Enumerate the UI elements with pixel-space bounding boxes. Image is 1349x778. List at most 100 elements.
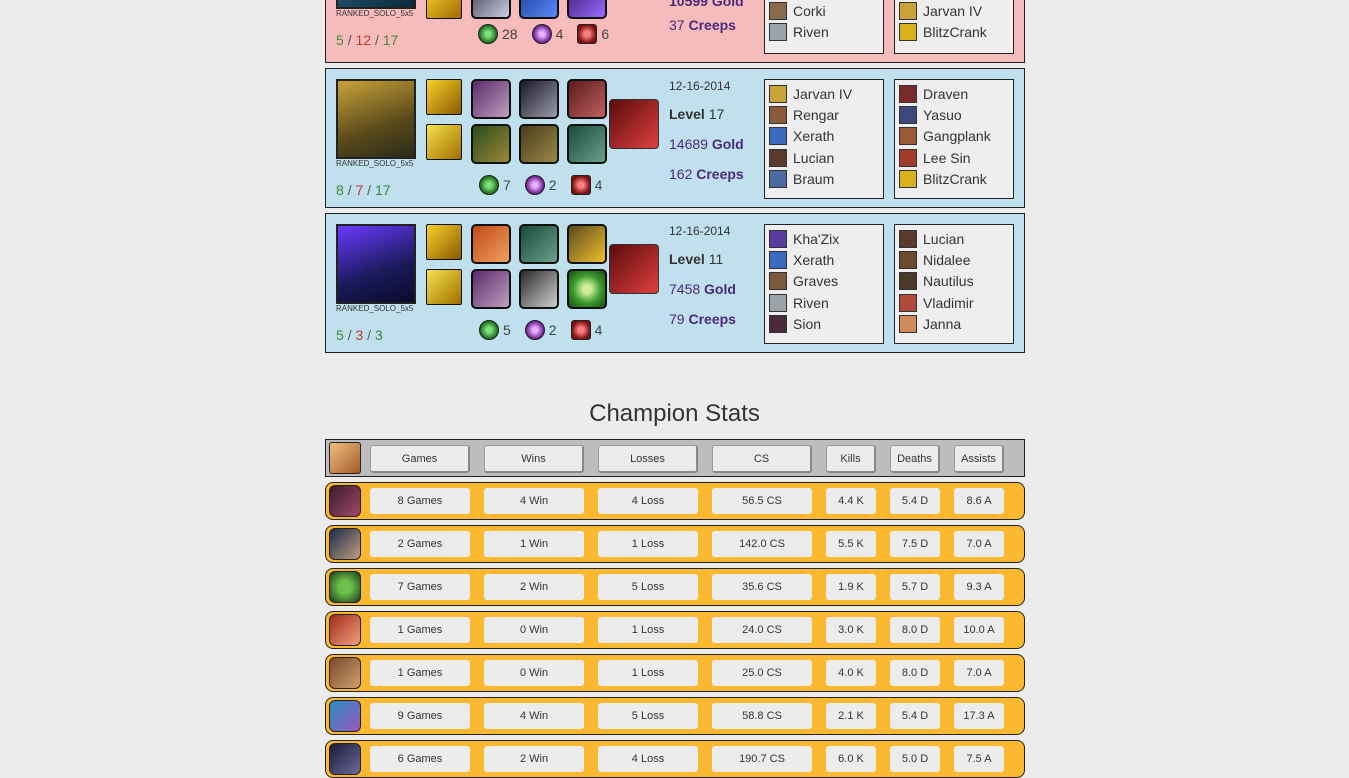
wins-cell: 2 Win	[484, 574, 584, 600]
team-list: Lucian Nidalee Nautilus Vladimir Janna	[894, 224, 1014, 344]
player-entry[interactable]: Lee Sin	[899, 147, 1009, 168]
player-entry[interactable]: Braum	[769, 168, 879, 189]
wins-cell: 4 Win	[484, 488, 584, 514]
sort-losses-button[interactable]: Losses	[598, 445, 698, 473]
item-icon	[567, 79, 607, 119]
sort-deaths-button[interactable]: Deaths	[890, 445, 940, 473]
player-entry[interactable]: Riven	[769, 292, 879, 313]
champion-icon	[329, 700, 361, 732]
match-stats: 10599 Gold 37 Creeps	[669, 0, 744, 33]
player-entry[interactable]: Nautilus	[899, 271, 1009, 292]
cs-cell: 35.6 CS	[712, 574, 812, 600]
wins-cell: 4 Win	[484, 703, 584, 729]
champion-icon	[899, 84, 917, 103]
player-entry[interactable]: Yasuo	[899, 104, 1009, 125]
item-icon	[519, 224, 559, 264]
assists-cell: 10.0 A	[954, 617, 1004, 643]
assists-cell: 8.6 A	[954, 488, 1004, 514]
player-entry[interactable]: Corki	[769, 0, 879, 21]
champion-icon	[329, 485, 361, 517]
player-entry[interactable]: Xerath	[769, 126, 879, 147]
item-icon	[471, 269, 511, 309]
champion-stat-row[interactable]: 2 Games 1 Win 1 Loss 142.0 CS 5.5 K 7.5 …	[325, 525, 1025, 563]
champion-icon	[769, 250, 787, 269]
sight-ward-icon	[478, 24, 498, 44]
cs-cell: 24.0 CS	[712, 617, 812, 643]
player-entry[interactable]: Janna	[899, 313, 1009, 334]
assists-cell: 7.0 A	[954, 660, 1004, 686]
sort-wins-button[interactable]: Wins	[484, 445, 584, 473]
item-icon	[519, 124, 559, 164]
champion-icon	[769, 22, 787, 41]
champion-icon	[329, 657, 361, 689]
player-entry[interactable]: Graves	[769, 271, 879, 292]
player-entry[interactable]: Draven	[899, 83, 1009, 104]
player-entry[interactable]: Jarvan IV	[899, 0, 1009, 21]
kills-cell: 5.5 K	[826, 531, 876, 557]
games-cell: 7 Games	[370, 574, 470, 600]
item-icon	[567, 124, 607, 164]
player-entry[interactable]: Jarvan IV	[769, 83, 879, 104]
losses-cell: 4 Loss	[598, 488, 698, 514]
ward-kill-icon	[570, 320, 591, 340]
sort-games-button[interactable]: Games	[370, 445, 470, 473]
champion-icon	[769, 272, 787, 291]
games-cell: 1 Games	[370, 660, 470, 686]
games-cell: 9 Games	[370, 703, 470, 729]
item-icon	[567, 224, 607, 264]
queue-label: RANKED_SOLO_5x5	[336, 304, 414, 313]
item-icon	[519, 269, 559, 309]
champion-icon	[769, 293, 787, 312]
champion-icon	[329, 743, 361, 775]
champion-icon	[769, 314, 787, 333]
queue-label: RANKED_SOLO_5x5	[336, 9, 414, 18]
wins-cell: 2 Win	[484, 746, 584, 772]
player-entry[interactable]: Sion	[769, 313, 879, 334]
sort-assists-button[interactable]: Assists	[954, 445, 1004, 473]
wins-cell: 0 Win	[484, 617, 584, 643]
champion-icon	[329, 614, 361, 646]
player-entry[interactable]: Vladimir	[899, 292, 1009, 313]
champion-stat-row[interactable]: 1 Games 0 Win 1 Loss 25.0 CS 4.0 K 8.0 D…	[325, 654, 1025, 692]
player-entry[interactable]: Nidalee	[899, 249, 1009, 270]
kda-score: 8 / 7 / 17	[336, 182, 391, 198]
assists-cell: 7.0 A	[954, 531, 1004, 557]
champion-stat-row[interactable]: 6 Games 2 Win 4 Loss 190.7 CS 6.0 K 5.0 …	[325, 740, 1025, 778]
cs-cell: 58.8 CS	[712, 703, 812, 729]
cs-cell: 142.0 CS	[712, 531, 812, 557]
champion-icon	[899, 127, 917, 146]
player-entry[interactable]: Gangplank	[899, 126, 1009, 147]
losses-cell: 5 Loss	[598, 703, 698, 729]
games-cell: 6 Games	[370, 746, 470, 772]
ward-stats: 7 2 4	[479, 175, 602, 195]
sort-kills-button[interactable]: Kills	[826, 445, 876, 473]
cs-cell: 190.7 CS	[712, 746, 812, 772]
player-entry[interactable]: Xerath	[769, 249, 879, 270]
champion-icon	[329, 528, 361, 560]
sort-cs-button[interactable]: CS	[712, 445, 812, 473]
wins-cell: 1 Win	[484, 531, 584, 557]
match-stats: 12-16-2014 Level 17 14689 Gold 162 Creep…	[669, 79, 744, 182]
player-entry[interactable]: BlitzCrank	[899, 168, 1009, 189]
match-card: RANKED_SOLO_5x5 5 / 3 / 3 5 2 4 12-16-20…	[325, 213, 1025, 353]
champion-icon	[769, 229, 787, 248]
champion-stat-row[interactable]: 9 Games 4 Win 5 Loss 58.8 CS 2.1 K 5.4 D…	[325, 697, 1025, 735]
vision-ward-icon	[524, 175, 545, 195]
cs-cell: 25.0 CS	[712, 660, 812, 686]
champion-stat-row[interactable]: 7 Games 2 Win 5 Loss 35.6 CS 1.9 K 5.7 D…	[325, 568, 1025, 606]
player-entry[interactable]: Lucian	[769, 147, 879, 168]
player-entry[interactable]: Kha'Zix	[769, 228, 879, 249]
team-list: Jarvan IV BlitzCrank	[894, 0, 1014, 54]
wins-cell: 0 Win	[484, 660, 584, 686]
losses-cell: 4 Loss	[598, 746, 698, 772]
champion-stat-row[interactable]: 1 Games 0 Win 1 Loss 24.0 CS 3.0 K 8.0 D…	[325, 611, 1025, 649]
deaths-cell: 8.0 D	[890, 660, 940, 686]
player-entry[interactable]: Lucian	[899, 228, 1009, 249]
player-entry[interactable]: BlitzCrank	[899, 21, 1009, 42]
match-card: RANKED_SOLO_5x5 8 / 7 / 17 7 2 4 12-16-2…	[325, 68, 1025, 208]
player-entry[interactable]: Riven	[769, 21, 879, 42]
player-entry[interactable]: Rengar	[769, 104, 879, 125]
deaths-cell: 8.0 D	[890, 617, 940, 643]
champion-stat-row[interactable]: 8 Games 4 Win 4 Loss 56.5 CS 4.4 K 5.4 D…	[325, 482, 1025, 520]
item-icon	[471, 124, 511, 164]
